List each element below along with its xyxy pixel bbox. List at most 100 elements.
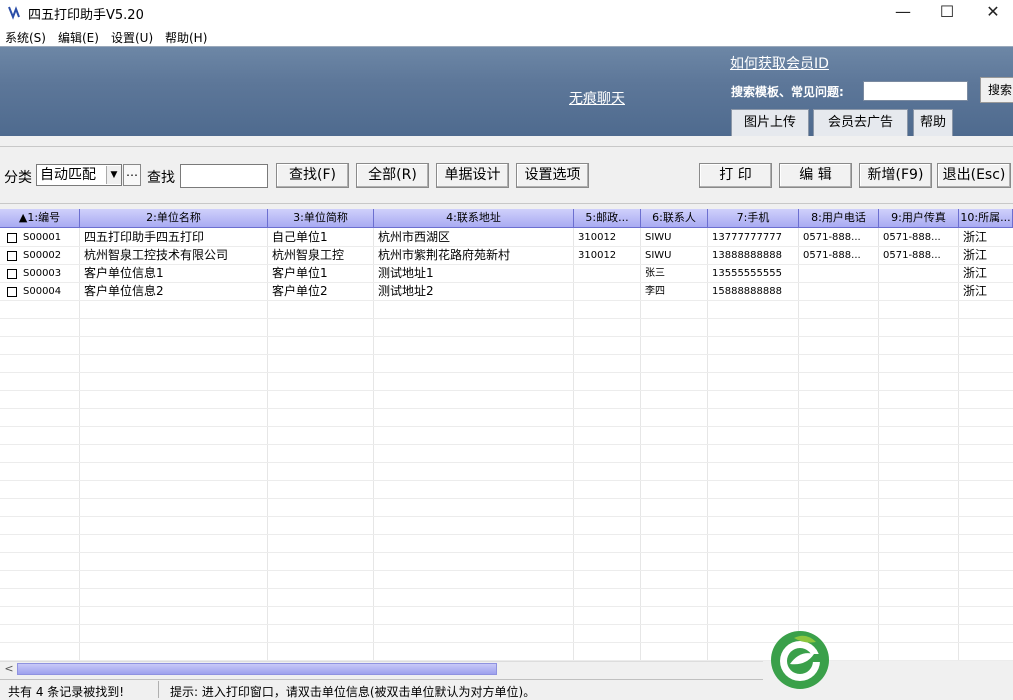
grid-line (0, 516, 1013, 517)
table-cell: 客户单位1 (272, 266, 328, 280)
grid-line (0, 552, 1013, 553)
print-button[interactable]: 打 印 (699, 163, 772, 188)
grid-line (0, 426, 1013, 427)
table-cell: 310012 (578, 250, 617, 261)
checkbox-icon[interactable] (7, 233, 17, 243)
table-cell: S00004 (23, 286, 62, 297)
table-cell: 自己单位1 (272, 230, 328, 244)
exit-button[interactable]: 退出(Esc) (937, 163, 1011, 188)
settings-options-button[interactable]: 设置选项 (516, 163, 589, 188)
menu-system[interactable]: 系统(S) (5, 29, 46, 46)
category-more-button[interactable]: … (123, 164, 141, 186)
show-all-button[interactable]: 全部(R) (356, 163, 429, 188)
table-row[interactable]: S00001 四五打印助手四五打印 自己单位1 杭州市西湖区 310012 SIWU 137… (0, 229, 1013, 247)
table-cell: 客户单位2 (272, 284, 328, 298)
table-cell: 0571-888... (883, 250, 941, 261)
find-button[interactable]: 查找(F) (276, 163, 349, 188)
column-header[interactable]: 8:用户电话 (799, 209, 879, 228)
window-title: 四五打印助手V5.20 (28, 8, 144, 23)
column-header[interactable]: 2:单位名称 (80, 209, 268, 228)
checkbox-icon[interactable] (7, 269, 17, 279)
grid-line (0, 372, 1013, 373)
column-header[interactable]: 7:手机 (708, 209, 799, 228)
record-count: 共有 4 条记录被找到! (8, 685, 125, 699)
new-button[interactable]: 新增(F9) (859, 163, 932, 188)
table-cell: SIWU (645, 232, 672, 243)
table-cell: 张三 (645, 268, 665, 279)
table-row[interactable]: S00004 客户单位信息2 客户单位2 测试地址2 李四 15888888888 浙江 (0, 283, 1013, 301)
table-cell: 杭州智泉工控 (272, 248, 345, 262)
search-button[interactable]: 搜索 (980, 77, 1013, 103)
column-header[interactable]: 6:联系人 (641, 209, 708, 228)
data-grid: ▲1:编号 2:单位名称 3:单位简称 4:联系地址 5:邮政... 6:联系人 7:手机 8… (0, 209, 1013, 661)
separator-strip (0, 136, 1013, 146)
table-cell: 客户单位信息2 (84, 284, 164, 298)
column-header[interactable]: 4:联系地址 (374, 209, 574, 228)
table-cell: S00003 (23, 268, 62, 279)
table-cell: 13888888888 (712, 250, 782, 261)
table-cell: 0571-888... (803, 250, 861, 261)
table-cell: 测试地址2 (378, 284, 434, 298)
grid-line (0, 318, 1013, 319)
table-row[interactable]: S00002 杭州智泉工控技术有限公司 杭州智泉工控 杭州市紫荆花路府苑新村 31001… (0, 247, 1013, 265)
maximize-button[interactable]: ☐ (924, 0, 970, 26)
banner: 无痕聊天 如何获取会员ID 搜索模板、常见问题: 搜索 图片上传 会员去广告 帮… (0, 46, 1013, 137)
table-cell: 杭州智泉工控技术有限公司 (84, 248, 229, 262)
grid-line (0, 354, 1013, 355)
grid-line (0, 570, 1013, 571)
table-cell: 杭州市紫荆花路府苑新村 (378, 248, 511, 262)
find-label: 查找 (147, 170, 175, 186)
find-input[interactable] (180, 164, 268, 188)
brand-logo-icon (771, 631, 829, 689)
grid-line (0, 534, 1013, 535)
menu-help[interactable]: 帮助(H) (165, 29, 207, 46)
scroll-left-icon[interactable]: < (2, 662, 16, 676)
grid-line (0, 606, 1013, 607)
title-bar (0, 0, 1013, 26)
grid-line (0, 498, 1013, 499)
table-cell: 0571-888... (803, 232, 861, 243)
checkbox-icon[interactable] (7, 251, 17, 261)
chat-link[interactable]: 无痕聊天 (569, 88, 625, 108)
table-cell: 浙江 (963, 248, 988, 262)
table-cell: 浙江 (963, 266, 988, 280)
grid-line (0, 390, 1013, 391)
table-cell: 13777777777 (712, 232, 782, 243)
scrollbar-thumb[interactable] (17, 663, 497, 675)
status-tip: 提示: 进入打印窗口，请双击单位信息(被双击单位默认为对方单位)。 (170, 685, 536, 699)
column-header[interactable]: 9:用户传真 (879, 209, 959, 228)
table-cell: S00002 (23, 250, 62, 261)
tab-remove-ads[interactable]: 会员去广告 (813, 109, 908, 136)
tab-help[interactable]: 帮助 (913, 109, 953, 136)
table-cell: 浙江 (963, 284, 988, 298)
column-header[interactable]: 5:邮政... (574, 209, 641, 228)
category-label: 分类 (4, 170, 32, 186)
menu-edit[interactable]: 编辑(E) (58, 29, 99, 46)
app-icon (7, 4, 23, 20)
grid-line (0, 336, 1013, 337)
chevron-down-icon[interactable]: ▼ (106, 166, 121, 184)
column-header[interactable]: 10:所属... (959, 209, 1013, 228)
table-cell: 李四 (645, 286, 665, 297)
column-header[interactable]: 3:单位简称 (268, 209, 374, 228)
table-cell: 15888888888 (712, 286, 782, 297)
table-cell: 四五打印助手四五打印 (84, 230, 205, 244)
table-row[interactable]: S00003 客户单位信息1 客户单位1 测试地址1 张三 13555555555 浙江 (0, 265, 1013, 283)
checkbox-icon[interactable] (7, 287, 17, 297)
edit-button[interactable]: 编 辑 (779, 163, 852, 188)
minimize-button[interactable]: — (880, 0, 926, 26)
status-divider (158, 681, 159, 698)
grid-line (0, 588, 1013, 589)
column-header[interactable]: ▲1:编号 (0, 209, 80, 228)
menu-settings[interactable]: 设置(U) (111, 29, 153, 46)
table-cell: 浙江 (963, 230, 988, 244)
table-cell: 310012 (578, 232, 617, 243)
grid-line (0, 480, 1013, 481)
member-id-link[interactable]: 如何获取会员ID (730, 53, 829, 73)
search-label: 搜索模板、常见问题: (731, 85, 844, 99)
close-button[interactable]: ✕ (970, 0, 1013, 26)
form-design-button[interactable]: 单据设计 (436, 163, 509, 188)
table-cell: 杭州市西湖区 (378, 230, 451, 244)
tab-image-upload[interactable]: 图片上传 (731, 109, 809, 136)
search-input[interactable] (863, 81, 968, 101)
